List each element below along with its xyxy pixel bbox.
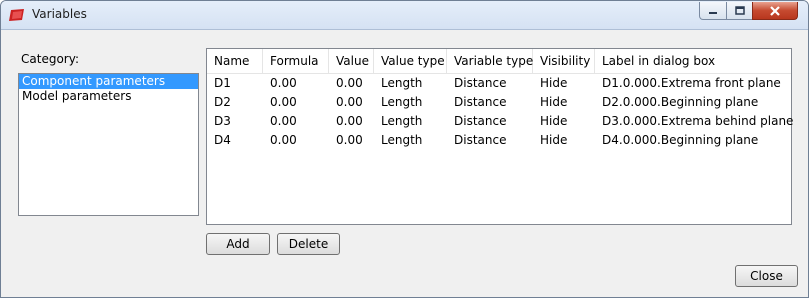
window-close-button[interactable] xyxy=(752,2,798,20)
cell-variable-type: Distance xyxy=(454,76,507,90)
table-header: Name Formula Value Value type Variable t… xyxy=(207,49,791,74)
cell-formula[interactable]: 0.00 xyxy=(263,93,329,112)
table-row[interactable]: D2 0.00 0.00 Length Distance Hide D2.0.0… xyxy=(207,93,791,112)
cell-value-type: Length xyxy=(381,95,423,109)
delete-button[interactable]: Delete xyxy=(277,233,340,255)
minimize-button[interactable] xyxy=(699,2,727,20)
cell-value: 0.00 xyxy=(336,133,363,147)
cell-value-type: Length xyxy=(381,133,423,147)
title-bar: Variables xyxy=(1,1,808,30)
variables-dialog: Variables Category: Component parameters… xyxy=(0,0,809,298)
cell-label: D2.0.000.Beginning plane xyxy=(602,95,759,109)
maximize-button[interactable] xyxy=(726,2,753,20)
cell-variable-type: Distance xyxy=(454,95,507,109)
cell-name: D4 xyxy=(214,133,231,147)
table-row[interactable]: D4 0.00 0.00 Length Distance Hide D4.0.0… xyxy=(207,131,791,150)
table-row[interactable]: D1 0.00 0.00 Length Distance Hide D1.0.0… xyxy=(207,74,791,93)
cell-name: D3 xyxy=(214,114,231,128)
cell-label: D3.0.000.Extrema behind plane xyxy=(602,114,794,128)
cell-visibility: Hide xyxy=(540,114,568,128)
close-button[interactable]: Close xyxy=(735,265,798,287)
minimize-icon xyxy=(709,11,717,14)
column-header-formula[interactable]: Formula xyxy=(263,49,329,73)
category-item-model-parameters[interactable]: Model parameters xyxy=(19,89,198,104)
cell-name: D1 xyxy=(214,76,231,90)
column-header-value-type[interactable]: Value type xyxy=(374,49,447,73)
maximize-icon xyxy=(734,6,745,15)
column-header-value[interactable]: Value xyxy=(329,49,374,73)
column-header-label[interactable]: Label in dialog box xyxy=(595,49,791,73)
cell-name: D2 xyxy=(214,95,231,109)
add-button[interactable]: Add xyxy=(206,233,270,255)
category-list[interactable]: Component parameters Model parameters xyxy=(18,73,199,216)
cell-visibility: Hide xyxy=(540,133,568,147)
cell-variable-type: Distance xyxy=(454,133,507,147)
cell-formula[interactable]: 0.00 xyxy=(263,112,329,131)
cell-visibility: Hide xyxy=(540,76,568,90)
cell-formula[interactable]: 0.00 xyxy=(263,74,329,93)
cell-value-type: Length xyxy=(381,114,423,128)
column-header-variable-type[interactable]: Variable type xyxy=(447,49,533,73)
cell-value-type: Length xyxy=(381,76,423,90)
cell-formula[interactable]: 0.00 xyxy=(263,131,329,150)
cell-value: 0.00 xyxy=(336,95,363,109)
cell-value: 0.00 xyxy=(336,76,363,90)
category-label: Category: xyxy=(21,52,79,66)
window-title: Variables xyxy=(32,7,87,21)
table-row[interactable]: D3 0.00 0.00 Length Distance Hide D3.0.0… xyxy=(207,112,794,131)
close-icon xyxy=(770,5,780,16)
cell-label: D1.0.000.Extrema front plane xyxy=(602,76,781,90)
category-item-component-parameters[interactable]: Component parameters xyxy=(19,74,198,89)
cell-label: D4.0.000.Beginning plane xyxy=(602,133,759,147)
variables-table[interactable]: Name Formula Value Value type Variable t… xyxy=(206,48,794,225)
app-logo-icon xyxy=(9,9,24,21)
column-header-name[interactable]: Name xyxy=(207,49,263,73)
cell-value: 0.00 xyxy=(336,114,363,128)
cell-variable-type: Distance xyxy=(454,114,507,128)
column-header-visibility[interactable]: Visibility xyxy=(533,49,595,73)
cell-visibility: Hide xyxy=(540,95,568,109)
